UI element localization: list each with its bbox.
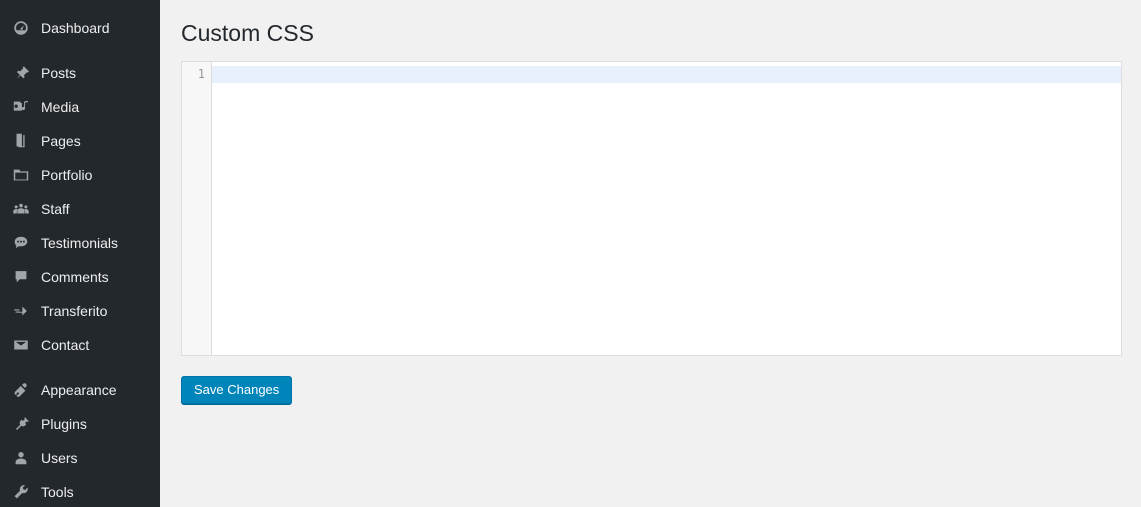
sidebar-item-label: Comments [41,269,109,285]
sidebar-item-label: Portfolio [41,167,93,183]
sidebar-item-portfolio[interactable]: Portfolio [0,158,160,192]
sidebar-item-posts[interactable]: Posts [0,56,160,90]
plugins-plug-icon [11,414,31,434]
admin-sidebar-menu: Dashboard Posts Media Pages Portfolio St… [0,0,160,507]
portfolio-folder-icon [11,165,31,185]
appearance-paintbrush-icon [11,380,31,400]
sidebar-item-label: Plugins [41,416,87,432]
sidebar-item-label: Testimonials [41,235,119,251]
editor-code-area[interactable] [212,62,1121,355]
tools-wrench-icon [11,482,31,502]
sidebar-item-contact[interactable]: Contact [0,328,160,362]
sidebar-item-label: Appearance [41,382,117,398]
sidebar-item-users[interactable]: Users [0,441,160,475]
submit-row: Save Changes [181,356,1122,404]
sidebar-item-label: Staff [41,201,70,217]
sidebar-item-transferito[interactable]: Transferito [0,294,160,328]
sidebar-item-testimonials[interactable]: Testimonials [0,226,160,260]
sidebar-item-comments[interactable]: Comments [0,260,160,294]
sidebar-item-appearance[interactable]: Appearance [0,373,160,407]
pages-documents-icon [11,131,31,151]
main-content-area: Custom CSS 1 Save Changes [160,0,1141,507]
transferito-arrow-icon [11,301,31,321]
dashboard-gauge-icon [11,18,31,38]
editor-line-number-gutter: 1 [182,62,212,355]
sidebar-item-label: Users [41,450,78,466]
pushpin-icon [11,63,31,83]
testimonials-speech-bubble-icon [11,233,31,253]
sidebar-item-label: Media [41,99,80,115]
sidebar-item-dashboard[interactable]: Dashboard [0,11,160,45]
sidebar-item-label: Posts [41,65,77,81]
sidebar-item-label: Contact [41,337,90,353]
wordpress-admin-screen: Dashboard Posts Media Pages Portfolio St… [0,0,1141,507]
users-person-icon [11,448,31,468]
page-title: Custom CSS [181,20,314,46]
comments-bubble-icon [11,267,31,287]
sidebar-separator [0,45,160,56]
sidebar-item-label: Dashboard [41,20,110,36]
sidebar-item-plugins[interactable]: Plugins [0,407,160,441]
sidebar-item-label: Transferito [41,303,108,319]
sidebar-item-pages[interactable]: Pages [0,124,160,158]
sidebar-item-tools[interactable]: Tools [0,475,160,507]
save-changes-button[interactable]: Save Changes [181,376,293,404]
line-number: 1 [197,67,205,81]
sidebar-item-label: Tools [41,484,74,500]
sidebar-item-staff[interactable]: Staff [0,192,160,226]
media-camera-music-icon [11,97,31,117]
contact-envelope-icon [11,335,31,355]
sidebar-item-media[interactable]: Media [0,90,160,124]
sidebar-item-label: Pages [41,133,81,149]
staff-group-icon [11,199,31,219]
editor-active-line[interactable] [212,66,1121,83]
custom-css-code-editor[interactable]: 1 [181,61,1122,356]
sidebar-separator [0,362,160,373]
